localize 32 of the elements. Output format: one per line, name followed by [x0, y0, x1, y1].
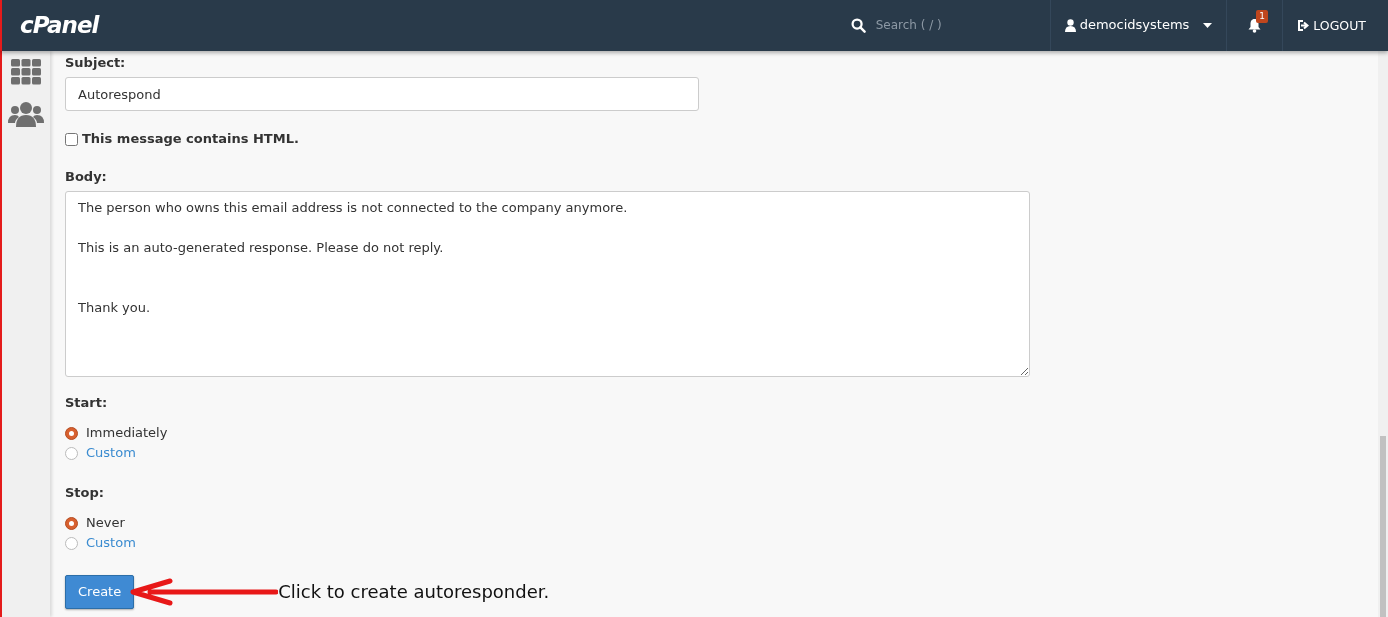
- option-label: Never: [86, 514, 125, 532]
- field-label: Subject:: [65, 55, 127, 71]
- users-icon[interactable]: [8, 101, 44, 127]
- notification-count: 1: [1256, 10, 1269, 23]
- annotation-text: Click to create autoresponder.: [278, 580, 550, 604]
- body-field[interactable]: The person who owns this email address is not connected to the company anymore. This is an auto-generated response. Please do not reply. Thank you.: [65, 191, 1030, 377]
- caret-icon: [1203, 23, 1213, 28]
- field-label: Stop:: [65, 485, 105, 501]
- logo[interactable]: cPanel: [20, 11, 99, 40]
- radio-button[interactable]: [65, 516, 78, 530]
- option-link[interactable]: Custom: [86, 534, 136, 552]
- bell-icon: [1247, 18, 1263, 33]
- option-label: Immediately: [86, 424, 168, 442]
- grid-icon[interactable]: [11, 59, 41, 85]
- field-label: Body:: [65, 169, 108, 185]
- checkbox-label: This message contains HTML.: [82, 131, 299, 147]
- radio-button[interactable]: [65, 536, 78, 550]
- radio-button[interactable]: [65, 446, 78, 460]
- search-icon: [850, 18, 866, 33]
- field-label: Start:: [65, 395, 109, 411]
- subject-field[interactable]: Autorespond: [65, 77, 699, 111]
- user-menu[interactable]: democidsystems: [1049, 0, 1227, 51]
- scrollbar-thumb[interactable]: [1380, 436, 1386, 617]
- logout-icon: [1297, 20, 1310, 31]
- create-button[interactable]: Create: [65, 575, 135, 609]
- notifications-button[interactable]: 1: [1226, 0, 1283, 51]
- html-checkbox[interactable]: [65, 132, 78, 146]
- logout-link[interactable]: LOGOUT: [1282, 0, 1388, 51]
- user-icon: [1064, 19, 1076, 32]
- search-field[interactable]: Search ( / ): [873, 17, 994, 34]
- radio-button[interactable]: [65, 426, 78, 440]
- option-link[interactable]: Custom: [86, 444, 136, 462]
